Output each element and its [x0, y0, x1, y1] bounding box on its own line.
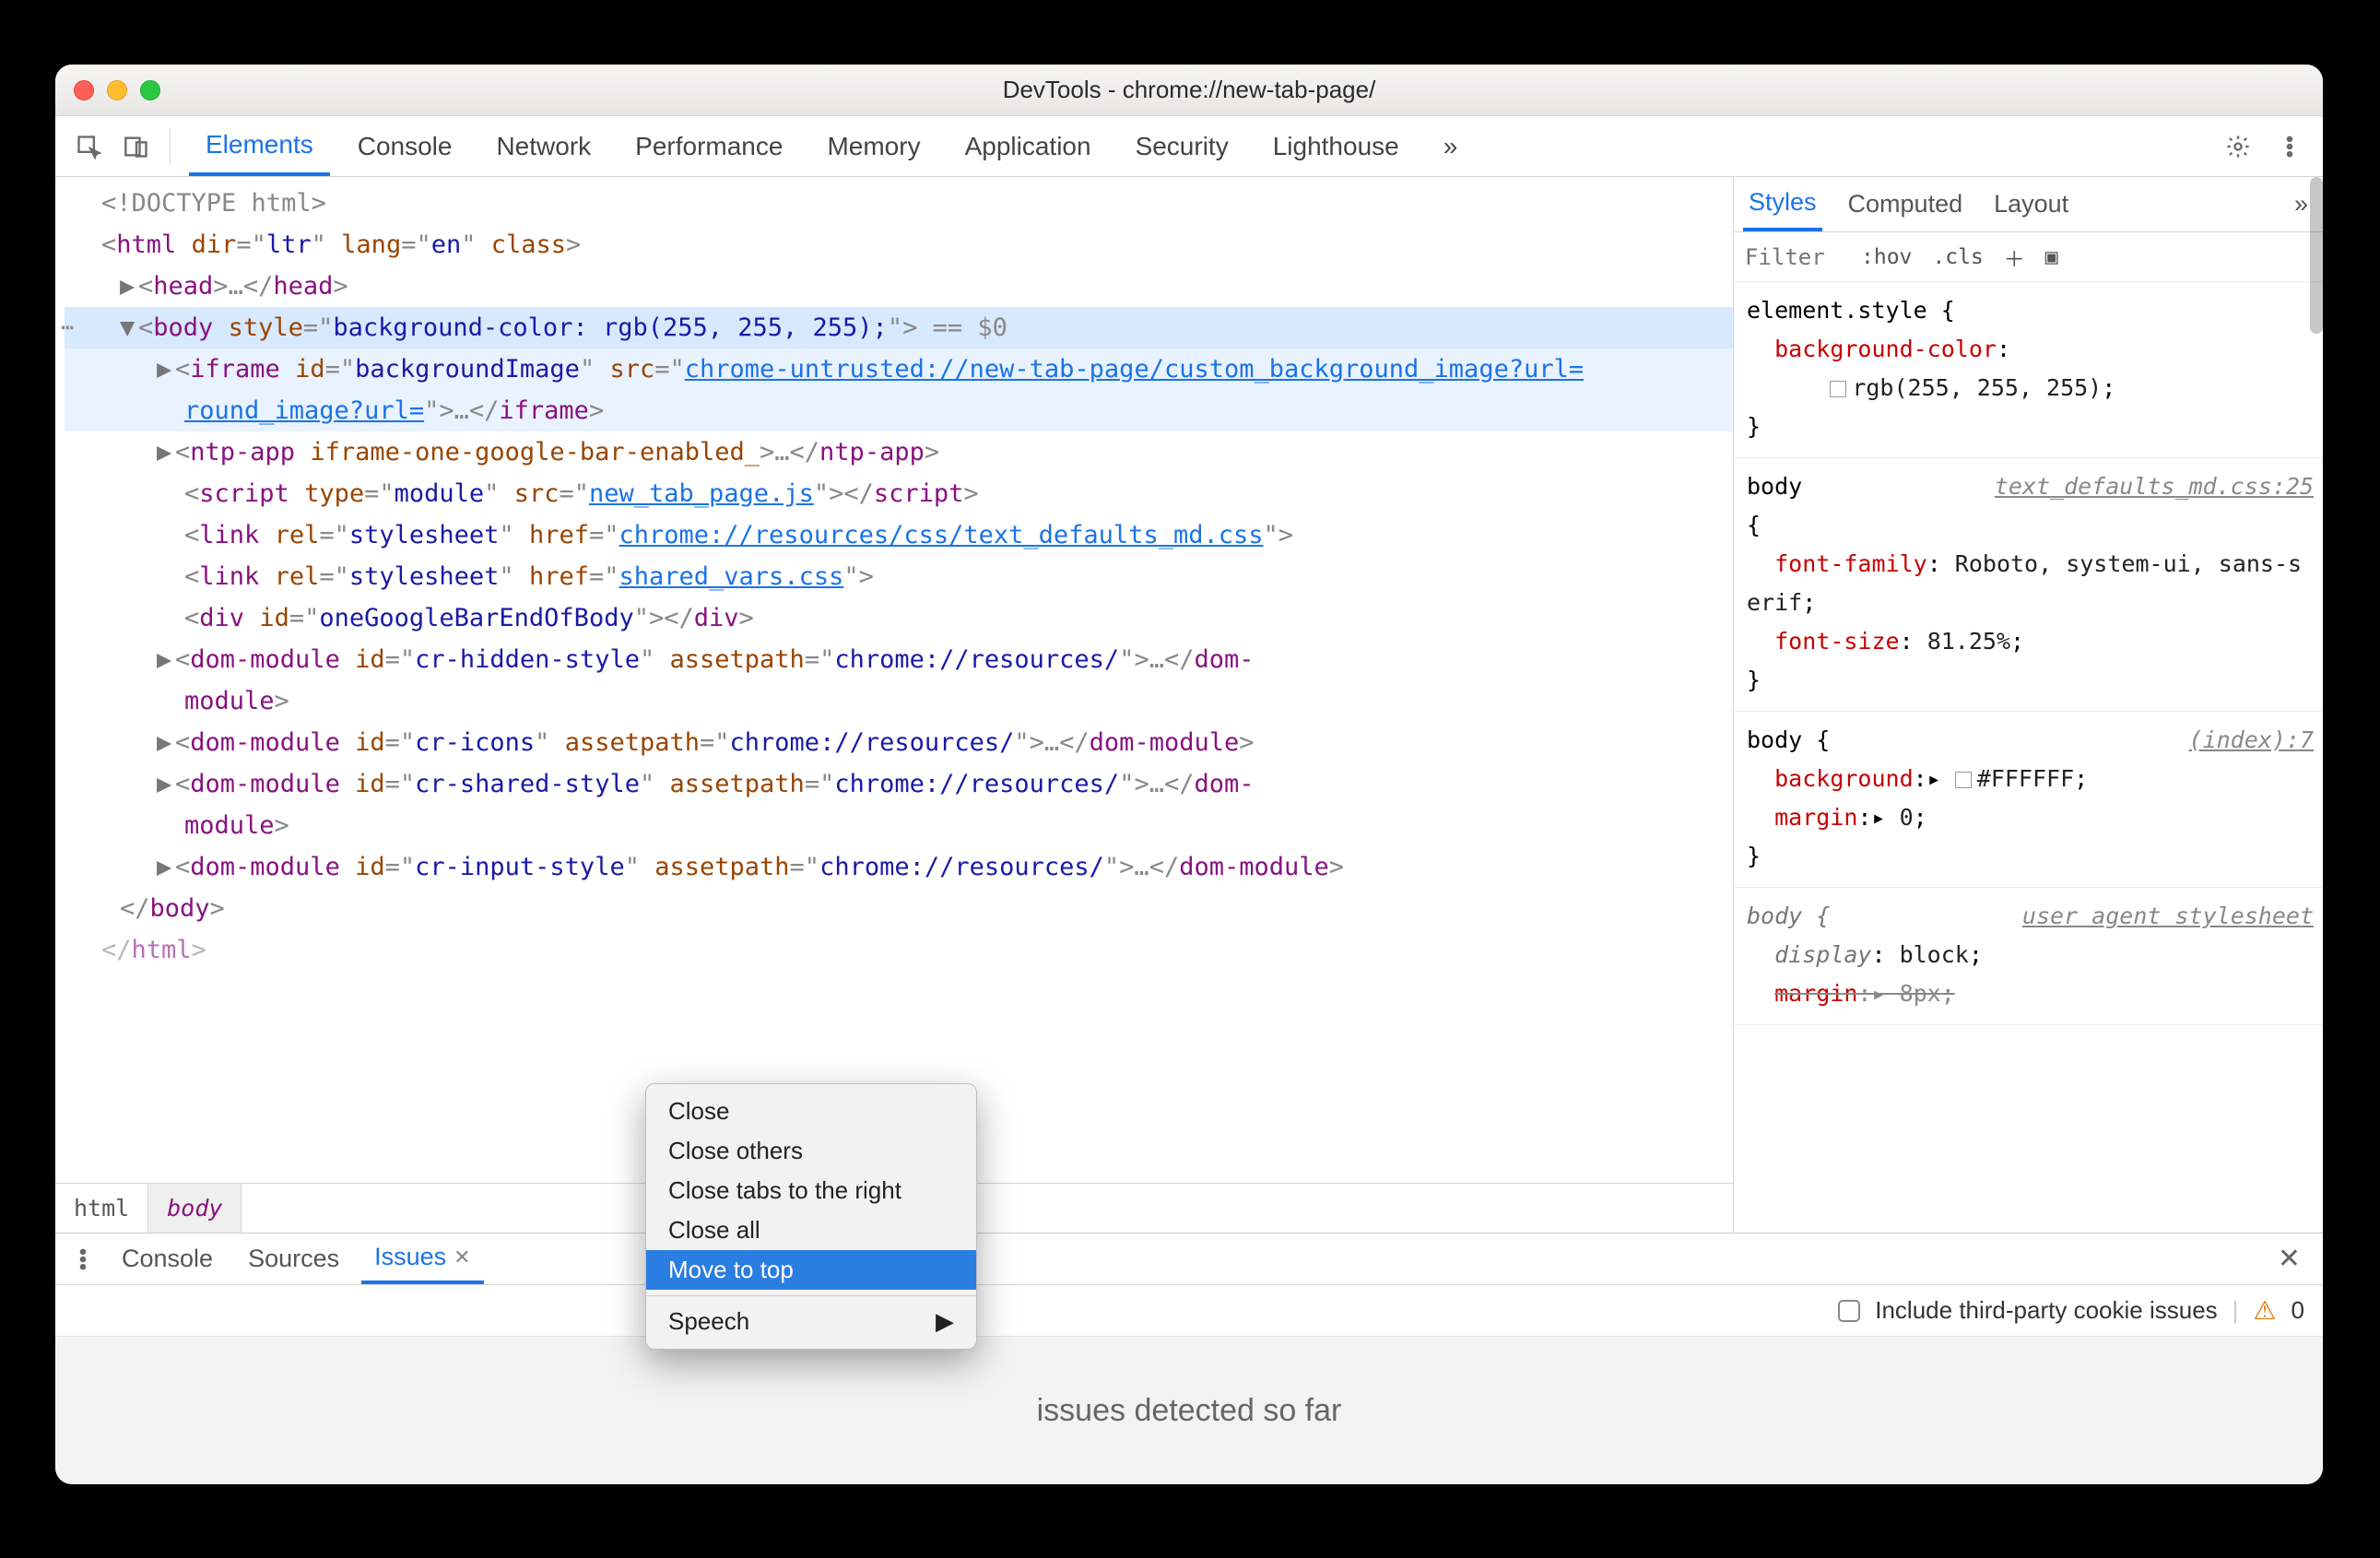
- drawer-close-icon[interactable]: ✕: [2267, 1243, 2312, 1275]
- hov-toggle[interactable]: :hov: [1857, 245, 1915, 269]
- dom-link1[interactable]: <link rel="stylesheet" href="chrome://re…: [65, 514, 1733, 556]
- styles-filter-bar: :hov .cls ＋ ▣: [1734, 232, 2323, 282]
- dom-doctype[interactable]: <!DOCTYPE html>: [65, 183, 1733, 224]
- main-toolbar: Elements Console Network Performance Mem…: [55, 116, 2323, 177]
- scrollbar[interactable]: [2310, 177, 2323, 334]
- zoom-window-icon[interactable]: [140, 80, 160, 100]
- drawer-tab-issues[interactable]: Issues✕: [361, 1233, 483, 1284]
- device-toggle-icon[interactable]: [116, 126, 157, 167]
- kebab-menu-icon[interactable]: [2269, 126, 2310, 167]
- rule-body-ua[interactable]: user agent stylesheet body { display: bl…: [1734, 888, 2323, 1025]
- window-title: DevTools - chrome://new-tab-page/: [1003, 76, 1376, 104]
- minimize-window-icon[interactable]: [107, 80, 127, 100]
- toggle-sidebar-icon[interactable]: ▣: [2042, 245, 2062, 269]
- menu-separator: [646, 1295, 976, 1296]
- devtools-window: DevTools - chrome://new-tab-page/ Elemen…: [55, 65, 2323, 1484]
- tab-network[interactable]: Network: [479, 116, 607, 176]
- dom-script[interactable]: <script type="module" src="new_tab_page.…: [65, 473, 1733, 514]
- tab-lighthouse[interactable]: Lighthouse: [1256, 116, 1416, 176]
- styles-tabs: Styles Computed Layout »: [1734, 177, 2323, 232]
- dom-link2[interactable]: <link rel="stylesheet" href="shared_vars…: [65, 556, 1733, 597]
- include-third-party-label: Include third-party cookie issues: [1875, 1296, 2217, 1325]
- issues-warning-icon[interactable]: ⚠: [2253, 1295, 2276, 1326]
- new-rule-icon[interactable]: ＋: [2000, 242, 2029, 273]
- dom-dm1[interactable]: ▶<dom-module id="cr-hidden-style" assetp…: [65, 639, 1733, 680]
- dom-html[interactable]: <html dir="ltr" lang="en" class>: [65, 224, 1733, 266]
- styles-panel: Styles Computed Layout » :hov .cls ＋ ▣ e…: [1733, 177, 2323, 1233]
- tab-performance[interactable]: Performance: [619, 116, 799, 176]
- drawer: Console Sources Issues✕ ✕ Include third-…: [55, 1233, 2323, 1484]
- dom-body-selected[interactable]: ⋯▼<body style="background-color: rgb(255…: [65, 307, 1733, 348]
- dom-tree[interactable]: <!DOCTYPE html> <html dir="ltr" lang="en…: [55, 177, 1733, 1183]
- menu-item-close[interactable]: Close: [646, 1092, 976, 1131]
- drawer-kebab-icon[interactable]: [66, 1239, 100, 1280]
- context-menu: Close Close others Close tabs to the rig…: [645, 1083, 977, 1350]
- include-third-party-checkbox[interactable]: [1838, 1300, 1860, 1322]
- titlebar: DevTools - chrome://new-tab-page/: [55, 65, 2323, 116]
- dom-ntp-app[interactable]: ▶<ntp-app iframe-one-google-bar-enabled_…: [65, 431, 1733, 473]
- styles-filter-input[interactable]: [1743, 243, 1844, 271]
- tab-more[interactable]: »: [1427, 116, 1475, 176]
- crumb-html[interactable]: html: [55, 1184, 148, 1233]
- submenu-arrow-icon: ▶: [936, 1307, 954, 1336]
- tab-elements[interactable]: Elements: [189, 116, 330, 176]
- crumb-body[interactable]: body: [148, 1184, 242, 1233]
- window-controls: [74, 80, 160, 100]
- dom-dm4[interactable]: ▶<dom-module id="cr-input-style" assetpa…: [65, 846, 1733, 888]
- styles-tab-styles[interactable]: Styles: [1743, 177, 1822, 231]
- menu-item-close-all[interactable]: Close all: [646, 1210, 976, 1250]
- gear-icon[interactable]: [2218, 126, 2258, 167]
- drawer-tabs: Console Sources Issues✕ ✕: [55, 1233, 2323, 1285]
- drawer-tab-console[interactable]: Console: [109, 1233, 226, 1284]
- drawer-tab-sources[interactable]: Sources: [235, 1233, 352, 1284]
- menu-item-move-top[interactable]: Move to top: [646, 1250, 976, 1290]
- dom-div[interactable]: <div id="oneGoogleBarEndOfBody"></div>: [65, 597, 1733, 639]
- issues-body: issues detected so far: [55, 1337, 2323, 1484]
- dom-dm3[interactable]: ▶<dom-module id="cr-shared-style" assetp…: [65, 763, 1733, 805]
- menu-item-close-right[interactable]: Close tabs to the right: [646, 1171, 976, 1210]
- close-tab-icon[interactable]: ✕: [454, 1245, 470, 1269]
- tab-memory[interactable]: Memory: [810, 116, 937, 176]
- dom-head[interactable]: ▶<head>…</head>: [65, 266, 1733, 307]
- menu-item-speech[interactable]: Speech▶: [646, 1302, 976, 1341]
- tab-application[interactable]: Application: [948, 116, 1108, 176]
- panel-tabs: Elements Console Network Performance Mem…: [189, 116, 1474, 176]
- tab-console[interactable]: Console: [341, 116, 469, 176]
- styles-tab-computed[interactable]: Computed: [1843, 177, 1969, 231]
- rule-element-style[interactable]: element.style { background-color: rgb(25…: [1734, 282, 2323, 458]
- tab-security[interactable]: Security: [1119, 116, 1245, 176]
- separator: [170, 128, 171, 165]
- issues-message: issues detected so far: [1037, 1393, 1342, 1429]
- menu-item-close-others[interactable]: Close others: [646, 1131, 976, 1171]
- styles-tab-layout[interactable]: Layout: [1988, 177, 2074, 231]
- cls-toggle[interactable]: .cls: [1928, 245, 1986, 269]
- dom-dm2[interactable]: ▶<dom-module id="cr-icons" assetpath="ch…: [65, 722, 1733, 763]
- issues-toolbar: Include third-party cookie issues | ⚠ 0: [55, 1285, 2323, 1337]
- dom-html-close[interactable]: </html>: [65, 929, 1733, 971]
- rule-body-md[interactable]: text_defaults_md.css:25 body{ font-famil…: [1734, 458, 2323, 712]
- rule-body-index[interactable]: (index):7 body { background:▸ #FFFFFF; m…: [1734, 712, 2323, 888]
- close-window-icon[interactable]: [74, 80, 94, 100]
- dom-body-close[interactable]: </body>: [65, 888, 1733, 929]
- dom-iframe[interactable]: ▶<iframe id="backgroundImage" src="chrom…: [65, 348, 1733, 390]
- issues-count: 0: [2292, 1296, 2304, 1325]
- inspect-element-icon[interactable]: [68, 126, 109, 167]
